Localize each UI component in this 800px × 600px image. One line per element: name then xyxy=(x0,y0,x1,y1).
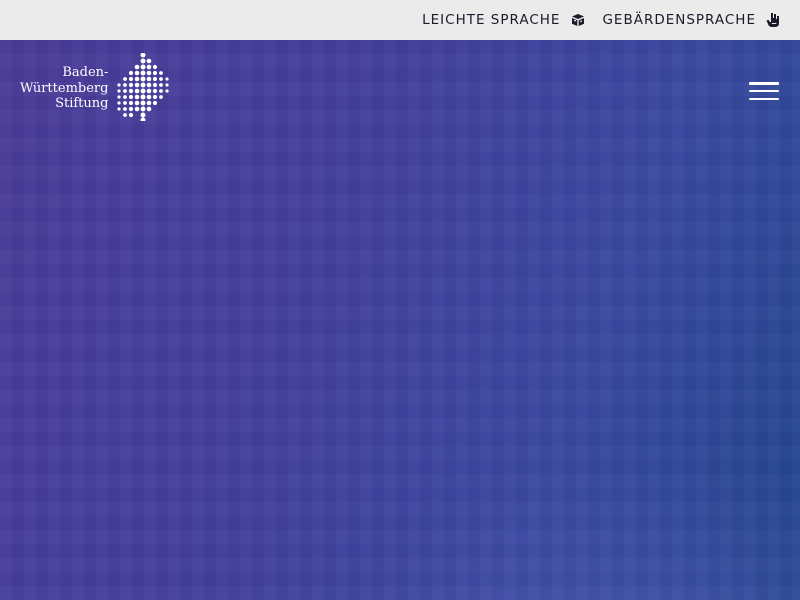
hero-texture xyxy=(0,40,800,600)
logo-dot xyxy=(153,64,158,70)
logo-dot xyxy=(140,117,146,121)
top-utility-bar: LEICHTE SPRACHE GEBÄRDENSPRACHE xyxy=(0,0,800,40)
logo-dot xyxy=(129,106,134,112)
logo-dot xyxy=(117,83,122,87)
logo-dot xyxy=(147,82,152,88)
sign-language-link[interactable]: GEBÄRDENSPRACHE xyxy=(602,12,780,28)
logo-dot xyxy=(159,89,164,93)
logo-dot xyxy=(165,89,170,93)
menu-bar-middle xyxy=(749,89,779,93)
logo-dot xyxy=(147,64,152,70)
menu-bar-bottom xyxy=(749,97,779,100)
logo-dot xyxy=(117,101,122,105)
logo-dot xyxy=(140,70,146,76)
logo-dot xyxy=(153,94,158,100)
logo-dot xyxy=(147,70,152,76)
logo-dot xyxy=(153,82,158,88)
logo-dot xyxy=(135,88,140,94)
logo-dot xyxy=(135,82,140,88)
logo-dot xyxy=(140,100,146,106)
logo-dot xyxy=(135,94,140,100)
logo-dot xyxy=(135,64,140,70)
logo-dot xyxy=(147,94,152,100)
logo-dot xyxy=(123,95,128,99)
logo-dot xyxy=(140,53,146,58)
logo-dot xyxy=(147,100,152,106)
easy-language-icon xyxy=(572,14,585,26)
logo-dot xyxy=(135,106,140,112)
logo-dot xyxy=(147,88,152,94)
logo-dot xyxy=(123,113,128,117)
sign-language-hand-icon xyxy=(766,13,779,27)
logo-line-2: Württemberg xyxy=(20,80,109,96)
easy-language-link[interactable]: LEICHTE SPRACHE xyxy=(422,12,586,28)
logo-dot xyxy=(159,71,164,75)
logo-dot xyxy=(147,76,152,82)
logo-dot xyxy=(129,70,134,76)
logo-dot xyxy=(135,76,140,82)
sign-language-label: GEBÄRDENSPRACHE xyxy=(602,12,756,28)
logo-dot xyxy=(153,88,158,94)
logo-dot xyxy=(129,100,134,106)
logo-dot xyxy=(147,58,152,64)
logo-dot xyxy=(123,89,128,93)
logo-dot xyxy=(117,95,122,99)
logo-dot xyxy=(123,77,128,81)
logo-dot xyxy=(135,70,140,76)
dotted-foundation-mark-icon xyxy=(117,53,170,121)
logo-dot xyxy=(165,77,170,81)
logo-dot xyxy=(129,112,134,118)
site-logo[interactable]: Baden- Württemberg Stiftung xyxy=(20,53,172,121)
logo-dot xyxy=(135,100,140,106)
logo-dot xyxy=(129,88,134,94)
logo-line-1: Baden- xyxy=(62,65,109,80)
hero-section: Baden- Württemberg Stiftung xyxy=(0,40,800,600)
logo-dot xyxy=(165,83,170,87)
logo-dot xyxy=(140,88,146,94)
menu-bar-top xyxy=(749,82,779,85)
logo-dot xyxy=(140,58,146,64)
logo-dot xyxy=(153,76,158,82)
logo-dot xyxy=(140,82,146,88)
logo-dot xyxy=(129,76,134,82)
logo-dot xyxy=(140,64,146,70)
logo-dot xyxy=(123,107,128,111)
logo-dot xyxy=(159,77,164,81)
logo-dot xyxy=(147,106,152,112)
logo-line-3: Stiftung xyxy=(55,96,109,111)
logo-dot xyxy=(153,70,158,76)
logo-dot xyxy=(123,101,128,105)
logo-dot xyxy=(117,89,122,93)
logo-dot xyxy=(159,83,164,87)
logo-dot xyxy=(129,82,134,88)
easy-language-label: LEICHTE SPRACHE xyxy=(422,12,561,28)
logo-dot xyxy=(159,95,164,99)
logo-wordmark: Baden- Württemberg Stiftung xyxy=(20,53,108,112)
logo-dot xyxy=(140,76,146,82)
logo-dot xyxy=(140,94,146,100)
logo-dot xyxy=(140,112,146,118)
logo-dot xyxy=(117,107,122,111)
logo-dot xyxy=(129,94,134,100)
logo-dot xyxy=(140,106,146,112)
hamburger-menu-button[interactable] xyxy=(748,79,782,103)
logo-dot xyxy=(153,100,158,106)
logo-dot xyxy=(123,83,128,87)
